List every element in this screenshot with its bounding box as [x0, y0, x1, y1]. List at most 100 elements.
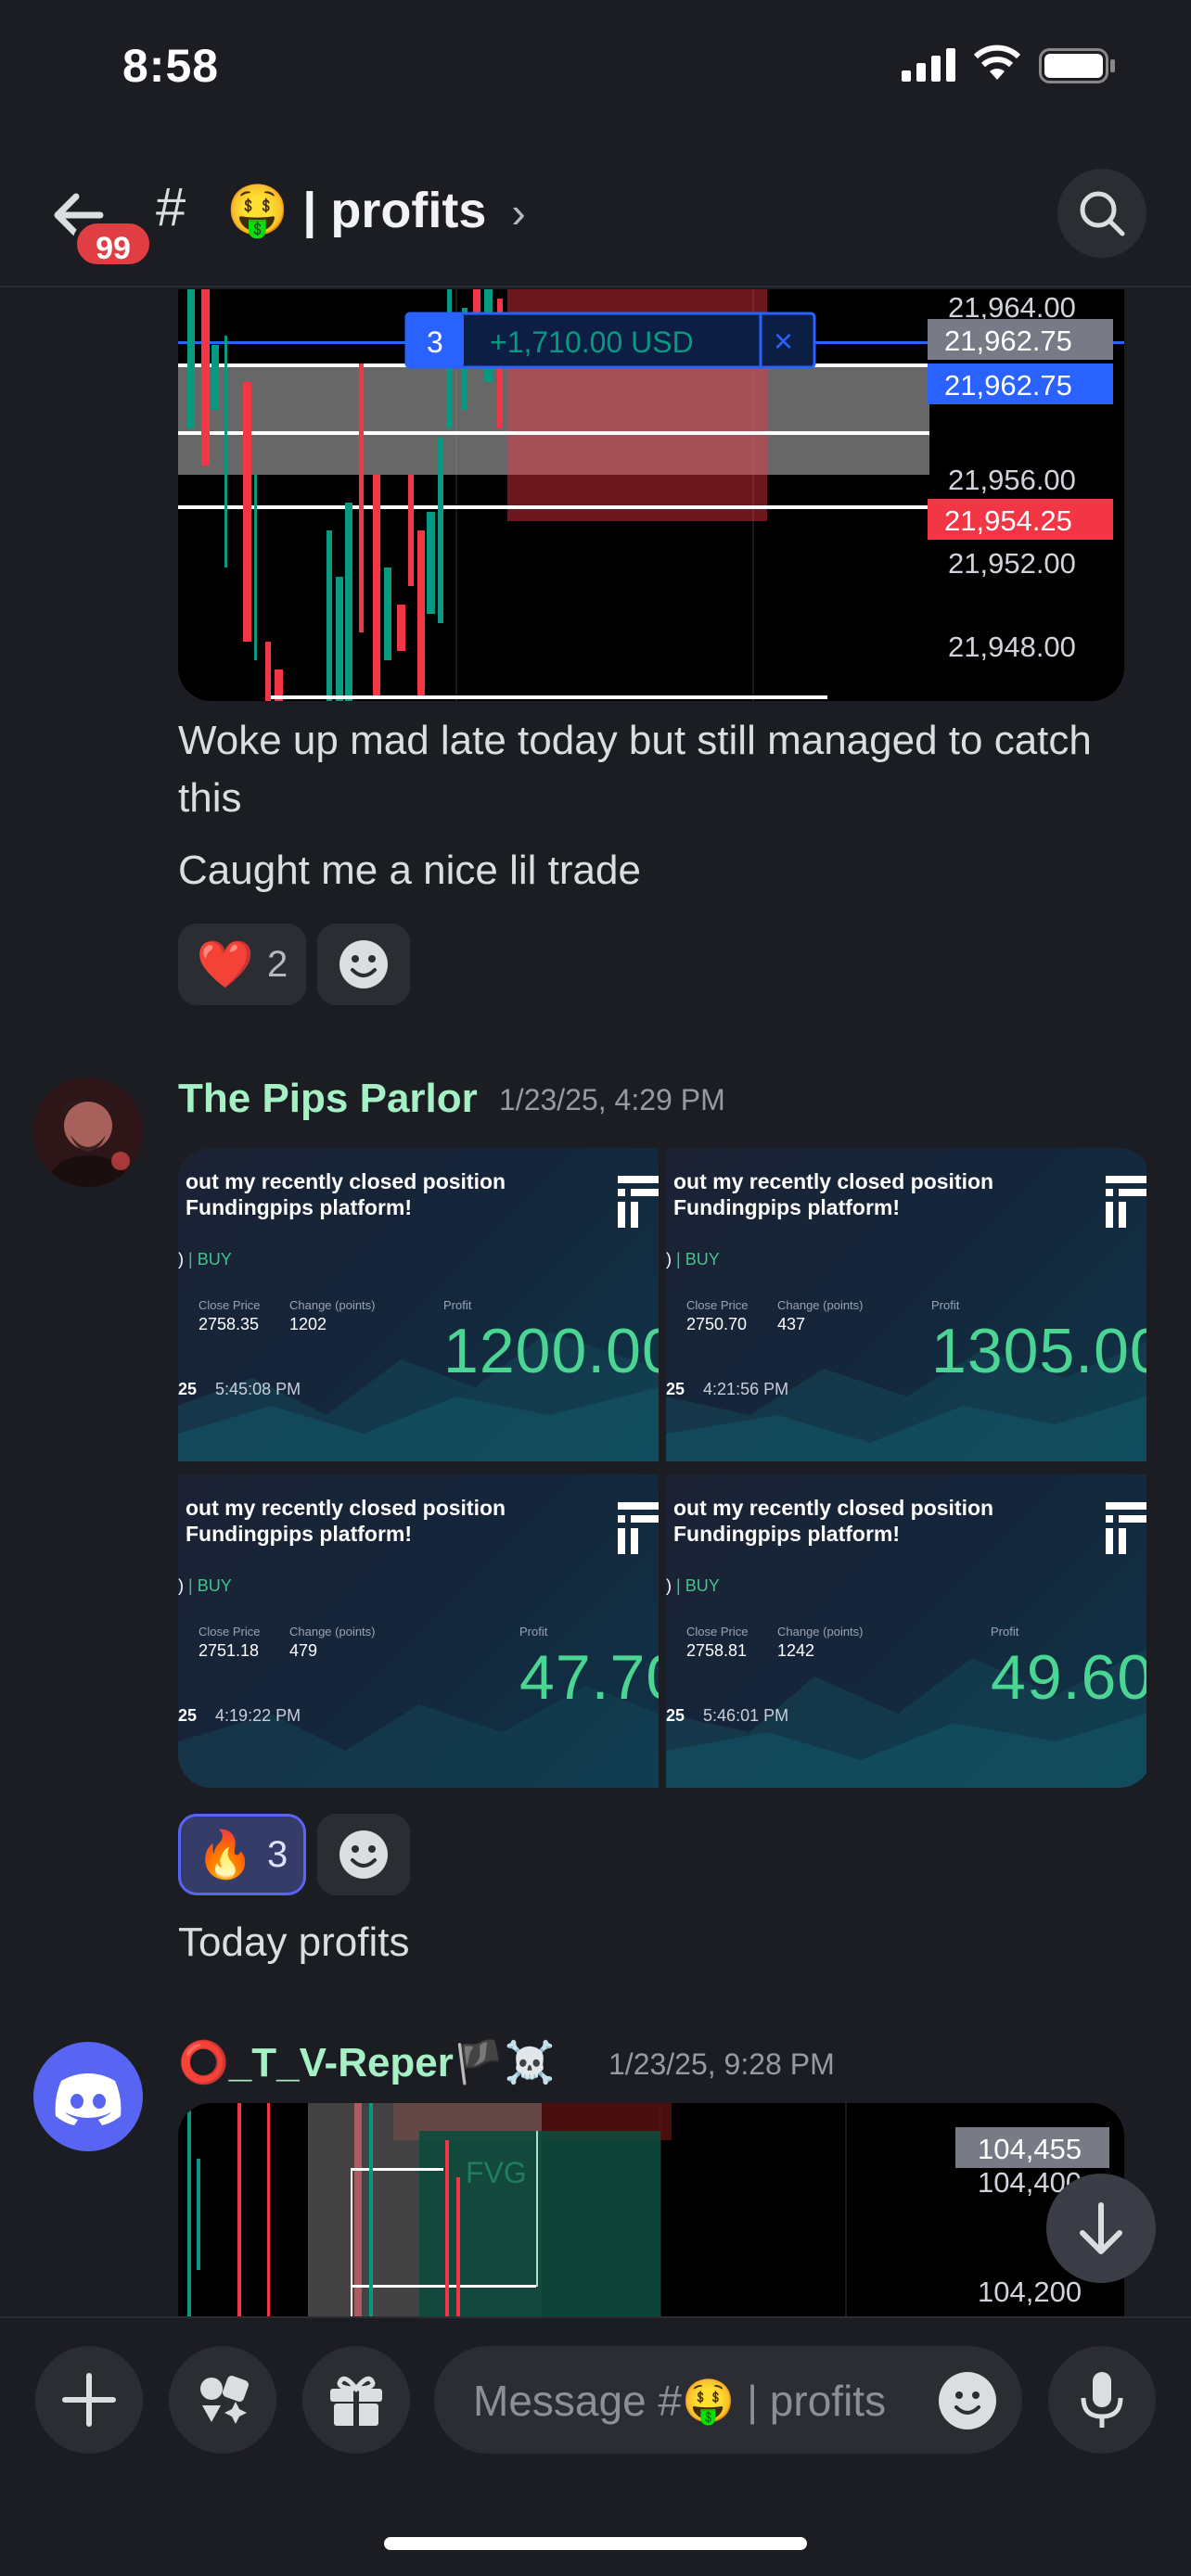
discord-logo-icon: [55, 2073, 122, 2125]
emoji-picker-icon[interactable]: [939, 2372, 996, 2429]
trade-time: 25 4:19:22 PM: [178, 1706, 301, 1725]
change-points: 437: [777, 1315, 806, 1333]
reaction-count: 3: [267, 1833, 288, 1875]
channel-name: | profits: [302, 183, 487, 238]
chart-image-attachment[interactable]: 21,964.00 21,956.00 21,952.00 21,948.00 …: [178, 289, 1124, 701]
card-title: out my recently closed position Fundingp…: [186, 1169, 506, 1219]
author-name[interactable]: ⭕_T_V-Reper🏴☠️: [178, 2038, 555, 2086]
add-attachment-button[interactable]: [35, 2346, 143, 2454]
arrow-down-icon: [1080, 2202, 1122, 2254]
trade-card[interactable]: out my recently closed position Fundingp…: [666, 1474, 1146, 1788]
channel-emoji: 🤑: [226, 183, 289, 238]
order-close-icon: ×: [774, 322, 793, 360]
price-tag-red: 21,954.25: [944, 504, 1072, 537]
message-text: Woke up mad late today but still managed…: [178, 718, 1092, 821]
voice-message-button[interactable]: [1048, 2346, 1156, 2454]
price-label: 21,964.00: [948, 291, 1076, 324]
trading-chart: 21,964.00 21,956.00 21,952.00 21,948.00 …: [178, 289, 1124, 701]
profit-label: Profit: [931, 1298, 960, 1312]
add-reaction-button[interactable]: [317, 924, 410, 1005]
message-timestamp: 1/23/25, 4:29 PM: [499, 1083, 725, 1116]
gift-button[interactable]: [302, 2346, 410, 2454]
battery-icon: [1039, 48, 1115, 83]
change-label: Change (points): [289, 1625, 376, 1639]
reaction-fire[interactable]: 🔥 3: [178, 1814, 306, 1895]
close-price: 2758.81: [686, 1641, 748, 1660]
chart-image-attachment[interactable]: FVG 104,455 104,400 104,200: [178, 2103, 1124, 2318]
smiley-icon: [339, 1830, 388, 1879]
search-button[interactable]: [1057, 169, 1146, 258]
avatar[interactable]: [33, 2042, 143, 2151]
hash-icon: #: [156, 177, 186, 237]
price-label: 21,956.00: [948, 464, 1076, 496]
message-input[interactable]: Message #🤑 | profits: [434, 2346, 1022, 2454]
image-grid: out my recently closed position Fundingp…: [178, 1148, 1152, 1788]
change-points: 479: [289, 1641, 318, 1660]
trade-side: ) | BUY: [178, 1250, 232, 1269]
message-text: Caught me a nice lil trade: [178, 848, 641, 893]
trade-time: 25 5:46:01 PM: [666, 1706, 789, 1725]
close-price-label: Close Price: [198, 1298, 261, 1312]
close-price-label: Close Price: [686, 1625, 749, 1639]
reaction-heart[interactable]: ❤️ 2: [178, 924, 306, 1005]
fundingpips-logo-icon: [618, 1502, 659, 1554]
profit-label: Profit: [519, 1625, 548, 1639]
price-label: 21,952.00: [948, 547, 1076, 580]
profit-value: 47.70: [519, 1642, 659, 1713]
change-label: Change (points): [777, 1625, 864, 1639]
change-label: Change (points): [777, 1298, 864, 1312]
status-bar: 8:58: [0, 0, 1191, 139]
fundingpips-logo-icon: [618, 1176, 659, 1228]
order-count: 3: [427, 325, 443, 359]
trade-side: ) | BUY: [666, 1576, 720, 1595]
unread-badge: 99: [72, 219, 154, 269]
channel-header: 99 # 🤑 | profits ›: [0, 148, 1191, 287]
price-tag-gray: 104,455: [978, 2133, 1082, 2165]
channel-title[interactable]: 🤑 | profits ›: [226, 182, 526, 240]
trade-card[interactable]: out my recently closed position Fundingp…: [666, 1148, 1146, 1461]
apps-button[interactable]: [169, 2346, 276, 2454]
close-price: 2751.18: [198, 1641, 260, 1660]
trade-side: ) | BUY: [178, 1576, 232, 1595]
change-label: Change (points): [289, 1298, 376, 1312]
close-price: 2758.35: [198, 1315, 260, 1333]
order-label: 3 +1,710.00 USD ×: [404, 312, 816, 369]
author-suffix-emoji: 🏴☠️: [453, 2040, 556, 2085]
reaction-count: 2: [267, 943, 288, 985]
change-points: 1202: [289, 1315, 327, 1333]
author-name[interactable]: The Pips Parlor: [178, 1076, 478, 1122]
search-icon: [1080, 191, 1125, 236]
add-reaction-button[interactable]: [317, 1814, 410, 1895]
avatar[interactable]: [33, 1078, 143, 1187]
price-tag-gray: 21,962.75: [944, 325, 1072, 357]
trade-time: 25 4:21:56 PM: [666, 1380, 789, 1398]
microphone-icon: [1081, 2372, 1123, 2428]
apps-icon: [200, 2376, 249, 2424]
change-points: 1242: [777, 1641, 815, 1660]
heart-emoji-icon: ❤️: [196, 937, 254, 990]
fundingpips-logo-icon: [1106, 1176, 1146, 1228]
fire-emoji-icon: 🔥: [196, 1828, 254, 1881]
close-price-label: Close Price: [198, 1625, 261, 1639]
profit-label: Profit: [443, 1298, 472, 1312]
cellular-signal-icon: [902, 48, 955, 82]
profit-value: 49.60: [991, 1642, 1146, 1713]
wifi-icon: [973, 45, 1021, 80]
gift-icon: [330, 2376, 382, 2426]
card-title: out my recently closed position Fundingp…: [673, 1169, 994, 1219]
trade-card[interactable]: out my recently closed position Fundingp…: [178, 1148, 659, 1461]
card-title: out my recently closed position Fundingp…: [673, 1496, 994, 1546]
avatar-photo: [33, 1078, 143, 1187]
plus-icon: [62, 2373, 116, 2427]
close-price: 2750.70: [686, 1315, 748, 1333]
jump-to-present-button[interactable]: [1046, 2174, 1156, 2283]
price-tag-blue: 21,962.75: [944, 369, 1072, 402]
trade-card[interactable]: out my recently closed position Fundingp…: [178, 1474, 659, 1788]
message-text: Today profits: [178, 1919, 410, 1965]
smiley-icon: [339, 940, 388, 988]
profit-label: Profit: [991, 1625, 1019, 1639]
price-label: 21,948.00: [948, 631, 1076, 663]
profit-value: 1200.00: [443, 1316, 659, 1386]
close-price-label: Close Price: [686, 1298, 749, 1312]
trading-chart: FVG 104,455 104,400 104,200: [178, 2103, 1124, 2318]
